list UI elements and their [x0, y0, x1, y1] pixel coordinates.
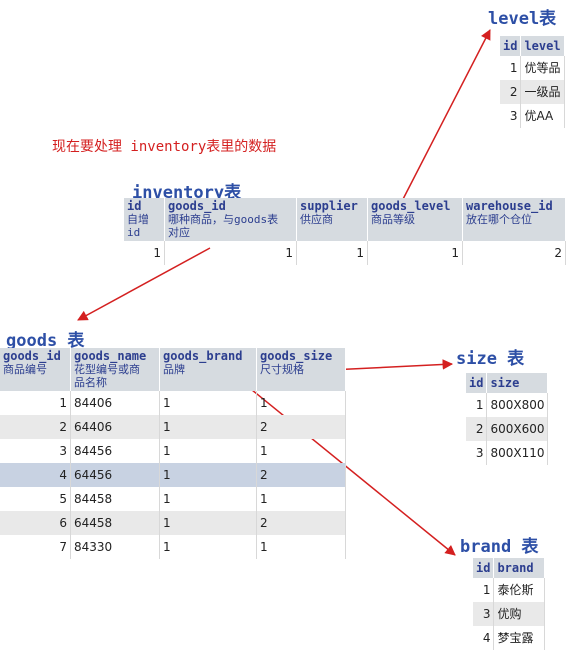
- size-cell: 600X600: [486, 417, 549, 441]
- size-header-size: size: [486, 373, 549, 393]
- goods-cell: 84406: [70, 391, 160, 415]
- table-row: 1 800X800: [466, 393, 549, 417]
- arrow-size: [329, 359, 454, 371]
- goods-cell: 2: [0, 415, 71, 439]
- table-row: 6 64458 1 2: [0, 511, 346, 535]
- table-row: 2 64406 1 2: [0, 415, 346, 439]
- instruction-note: 现在要处理 inventory表里的数据: [52, 139, 277, 155]
- goods-cell: 84330: [70, 535, 160, 559]
- level-cell: 1: [500, 56, 522, 80]
- inventory-header-supplier: supplier 供应商: [296, 198, 368, 241]
- brand-header-brand: brand: [493, 558, 546, 578]
- goods-cell: 84458: [70, 487, 160, 511]
- inventory-cell: 1: [164, 241, 297, 265]
- table-row: 3 优AA: [500, 104, 565, 128]
- goods-header-goods-size: goods_size 尺寸规格: [256, 348, 346, 391]
- goods-cell: 84456: [70, 439, 160, 463]
- goods-cell: 1: [256, 535, 346, 559]
- table-row: 1 优等品: [500, 56, 565, 80]
- brand-cell: 泰伦斯: [493, 578, 546, 602]
- goods-cell: 64406: [70, 415, 160, 439]
- table-row: 3 优购: [473, 602, 546, 626]
- table-row: 1 84406 1 1: [0, 391, 346, 415]
- goods-cell: 1: [159, 463, 257, 487]
- size-cell: 1: [466, 393, 488, 417]
- goods-cell: 1: [256, 439, 346, 463]
- size-cell: 3: [466, 441, 488, 465]
- brand-cell: 梦宝露: [493, 626, 546, 650]
- goods-cell: 1: [159, 511, 257, 535]
- level-cell: 优等品: [520, 56, 565, 80]
- goods-cell: 1: [0, 391, 71, 415]
- brand-table: id brand 1 泰伦斯 3 优购 4 梦宝露: [473, 558, 546, 650]
- table-row-selected: 4 64456 1 2: [0, 463, 346, 487]
- inventory-header-id: id 自增 id: [124, 198, 165, 241]
- goods-cell: 1: [159, 391, 257, 415]
- goods-cell: 2: [256, 463, 346, 487]
- inventory-header-warehouse-id: warehouse_id 放在哪个仓位: [462, 198, 566, 241]
- table-row: 5 84458 1 1: [0, 487, 346, 511]
- level-table-title: level表: [488, 9, 557, 29]
- brand-header-id: id: [473, 558, 495, 578]
- table-row: 1 1 1 1 2: [124, 241, 566, 265]
- goods-cell: 2: [256, 511, 346, 535]
- goods-header-goods-id: goods_id 商品编号: [0, 348, 71, 391]
- table-row: 2 600X600: [466, 417, 549, 441]
- level-header-level: level: [520, 36, 565, 56]
- brand-cell: 1: [473, 578, 495, 602]
- goods-cell: 2: [256, 415, 346, 439]
- goods-header-goods-brand: goods_brand 品牌: [159, 348, 257, 391]
- size-table-title: size 表: [456, 349, 525, 369]
- level-cell: 2: [500, 80, 522, 104]
- goods-cell: 64458: [70, 511, 160, 535]
- size-table: id size 1 800X800 2 600X600 3 800X110: [466, 373, 549, 465]
- size-cell: 800X800: [486, 393, 549, 417]
- inventory-cell: 1: [367, 241, 463, 265]
- size-cell: 800X110: [486, 441, 549, 465]
- table-row: 1 泰伦斯: [473, 578, 546, 602]
- level-cell: 优AA: [520, 104, 565, 128]
- goods-cell: 1: [159, 535, 257, 559]
- level-table: id level 1 优等品 2 一级品 3 优AA: [500, 36, 565, 128]
- goods-header-goods-name: goods_name 花型编号或商 品名称: [70, 348, 160, 391]
- goods-table: goods_id 商品编号 goods_name 花型编号或商 品名称 good…: [0, 348, 346, 559]
- level-cell: 一级品: [520, 80, 565, 104]
- arrow-level: [399, 29, 491, 206]
- table-row: 4 梦宝露: [473, 626, 546, 650]
- table-row: 7 84330 1 1: [0, 535, 346, 559]
- brand-table-title: brand 表: [460, 537, 539, 557]
- size-header-id: id: [466, 373, 488, 393]
- goods-cell: 5: [0, 487, 71, 511]
- goods-cell: 1: [256, 487, 346, 511]
- inventory-cell: 1: [296, 241, 368, 265]
- inventory-cell: 1: [124, 241, 165, 265]
- table-row: 3 800X110: [466, 441, 549, 465]
- goods-cell: 64456: [70, 463, 160, 487]
- brand-cell: 优购: [493, 602, 546, 626]
- size-cell: 2: [466, 417, 488, 441]
- table-row: 2 一级品: [500, 80, 565, 104]
- goods-cell: 1: [256, 391, 346, 415]
- goods-cell: 1: [159, 439, 257, 463]
- goods-cell: 3: [0, 439, 71, 463]
- goods-cell: 1: [159, 487, 257, 511]
- goods-cell: 1: [159, 415, 257, 439]
- inventory-cell: 2: [462, 241, 566, 265]
- inventory-table: id 自增 id goods_id 哪种商品，与goods表 对应 suppli…: [124, 198, 566, 265]
- inventory-header-goods-id: goods_id 哪种商品，与goods表 对应: [164, 198, 297, 241]
- level-header-id: id: [500, 36, 522, 56]
- goods-cell: 7: [0, 535, 71, 559]
- table-row: 3 84456 1 1: [0, 439, 346, 463]
- goods-cell: 4: [0, 463, 71, 487]
- goods-cell: 6: [0, 511, 71, 535]
- brand-cell: 3: [473, 602, 495, 626]
- brand-cell: 4: [473, 626, 495, 650]
- inventory-header-goods-level: goods_level 商品等级: [367, 198, 463, 241]
- level-cell: 3: [500, 104, 522, 128]
